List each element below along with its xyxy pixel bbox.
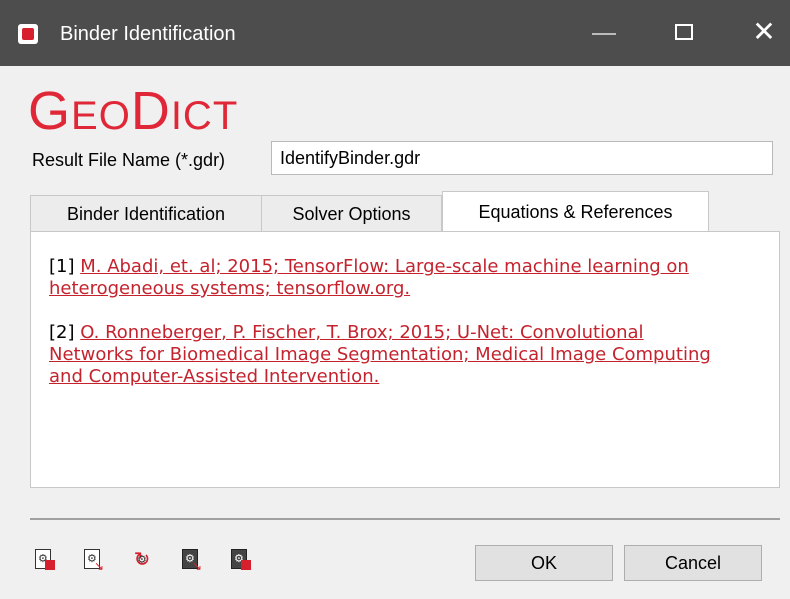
separator bbox=[30, 518, 780, 520]
tab-equations-references[interactable]: Equations & References bbox=[442, 191, 709, 233]
close-button[interactable]: ✕ bbox=[746, 14, 782, 50]
minimize-button[interactable] bbox=[592, 33, 616, 35]
result-file-input[interactable] bbox=[271, 141, 773, 175]
tab-binder-identification[interactable]: Binder Identification bbox=[30, 195, 262, 232]
reference-2: [2] O. Ronneberger, P. Fischer, T. Brox;… bbox=[49, 322, 711, 387]
save-settings-icon[interactable]: ⚙ bbox=[33, 549, 55, 571]
cancel-button[interactable]: Cancel bbox=[624, 545, 762, 581]
reference-2-link[interactable]: O. Ronneberger, P. Fischer, T. Brox; 201… bbox=[49, 322, 711, 387]
window-title: Binder Identification bbox=[60, 23, 236, 45]
reference-1: [1] M. Abadi, et. al; 2015; TensorFlow: … bbox=[49, 256, 689, 299]
references-panel: [1] M. Abadi, et. al; 2015; TensorFlow: … bbox=[30, 231, 780, 488]
maximize-button[interactable] bbox=[675, 24, 693, 40]
reference-1-link[interactable]: M. Abadi, et. al; 2015; TensorFlow: Larg… bbox=[49, 256, 689, 299]
save-dark-icon[interactable]: ⚙ ↘ bbox=[180, 549, 202, 572]
result-file-label: Result File Name (*.gdr) bbox=[32, 150, 226, 170]
export-dark-icon[interactable]: ⚙ bbox=[229, 549, 251, 571]
reset-settings-icon[interactable]: ↻ ⚙ bbox=[131, 549, 153, 571]
app-icon bbox=[18, 24, 38, 44]
title-bar: Binder Identification ✕ bbox=[0, 0, 790, 66]
tab-solver-options[interactable]: Solver Options bbox=[261, 195, 442, 232]
ok-button[interactable]: OK bbox=[475, 545, 613, 581]
load-settings-icon[interactable]: ⚙ ↘ bbox=[82, 549, 104, 572]
geodict-logo: GEODICT bbox=[28, 81, 239, 141]
